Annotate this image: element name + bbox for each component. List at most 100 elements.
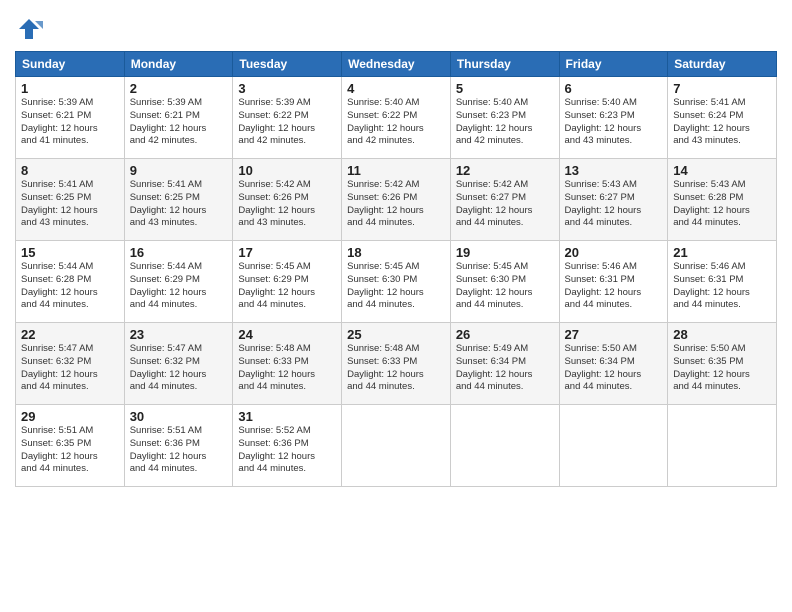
day-cell: 3 Sunrise: 5:39 AMSunset: 6:22 PMDayligh…	[233, 77, 342, 159]
day-cell: 5 Sunrise: 5:40 AMSunset: 6:23 PMDayligh…	[450, 77, 559, 159]
day-number: 17	[238, 245, 336, 260]
day-cell: 13 Sunrise: 5:43 AMSunset: 6:27 PMDaylig…	[559, 159, 668, 241]
day-number: 8	[21, 163, 119, 178]
day-number: 29	[21, 409, 119, 424]
day-cell: 6 Sunrise: 5:40 AMSunset: 6:23 PMDayligh…	[559, 77, 668, 159]
day-info: Sunrise: 5:42 AMSunset: 6:27 PMDaylight:…	[456, 179, 533, 228]
day-number: 11	[347, 163, 445, 178]
day-cell: 25 Sunrise: 5:48 AMSunset: 6:33 PMDaylig…	[342, 323, 451, 405]
day-number: 26	[456, 327, 554, 342]
calendar-table: SundayMondayTuesdayWednesdayThursdayFrid…	[15, 51, 777, 487]
day-info: Sunrise: 5:40 AMSunset: 6:23 PMDaylight:…	[565, 97, 642, 146]
day-info: Sunrise: 5:51 AMSunset: 6:36 PMDaylight:…	[130, 425, 207, 474]
day-cell: 14 Sunrise: 5:43 AMSunset: 6:28 PMDaylig…	[668, 159, 777, 241]
day-cell: 18 Sunrise: 5:45 AMSunset: 6:30 PMDaylig…	[342, 241, 451, 323]
header-cell-sunday: Sunday	[16, 52, 125, 77]
day-cell: 22 Sunrise: 5:47 AMSunset: 6:32 PMDaylig…	[16, 323, 125, 405]
day-info: Sunrise: 5:47 AMSunset: 6:32 PMDaylight:…	[130, 343, 207, 392]
day-cell: 7 Sunrise: 5:41 AMSunset: 6:24 PMDayligh…	[668, 77, 777, 159]
day-info: Sunrise: 5:45 AMSunset: 6:30 PMDaylight:…	[456, 261, 533, 310]
day-number: 22	[21, 327, 119, 342]
calendar-header: SundayMondayTuesdayWednesdayThursdayFrid…	[16, 52, 777, 77]
day-cell: 21 Sunrise: 5:46 AMSunset: 6:31 PMDaylig…	[668, 241, 777, 323]
day-info: Sunrise: 5:42 AMSunset: 6:26 PMDaylight:…	[347, 179, 424, 228]
day-cell: 20 Sunrise: 5:46 AMSunset: 6:31 PMDaylig…	[559, 241, 668, 323]
day-info: Sunrise: 5:51 AMSunset: 6:35 PMDaylight:…	[21, 425, 98, 474]
day-number: 6	[565, 81, 663, 96]
day-info: Sunrise: 5:45 AMSunset: 6:29 PMDaylight:…	[238, 261, 315, 310]
day-cell	[668, 405, 777, 487]
day-number: 4	[347, 81, 445, 96]
day-number: 30	[130, 409, 228, 424]
day-info: Sunrise: 5:41 AMSunset: 6:24 PMDaylight:…	[673, 97, 750, 146]
day-cell: 16 Sunrise: 5:44 AMSunset: 6:29 PMDaylig…	[124, 241, 233, 323]
day-info: Sunrise: 5:41 AMSunset: 6:25 PMDaylight:…	[21, 179, 98, 228]
day-info: Sunrise: 5:48 AMSunset: 6:33 PMDaylight:…	[347, 343, 424, 392]
day-number: 24	[238, 327, 336, 342]
day-info: Sunrise: 5:39 AMSunset: 6:21 PMDaylight:…	[21, 97, 98, 146]
day-cell: 8 Sunrise: 5:41 AMSunset: 6:25 PMDayligh…	[16, 159, 125, 241]
day-cell: 29 Sunrise: 5:51 AMSunset: 6:35 PMDaylig…	[16, 405, 125, 487]
day-number: 5	[456, 81, 554, 96]
day-number: 12	[456, 163, 554, 178]
day-info: Sunrise: 5:39 AMSunset: 6:22 PMDaylight:…	[238, 97, 315, 146]
logo-icon	[15, 15, 43, 43]
day-info: Sunrise: 5:44 AMSunset: 6:29 PMDaylight:…	[130, 261, 207, 310]
header	[15, 15, 777, 43]
day-number: 3	[238, 81, 336, 96]
day-cell: 11 Sunrise: 5:42 AMSunset: 6:26 PMDaylig…	[342, 159, 451, 241]
day-number: 15	[21, 245, 119, 260]
day-cell: 27 Sunrise: 5:50 AMSunset: 6:34 PMDaylig…	[559, 323, 668, 405]
day-cell: 24 Sunrise: 5:48 AMSunset: 6:33 PMDaylig…	[233, 323, 342, 405]
day-number: 25	[347, 327, 445, 342]
header-cell-saturday: Saturday	[668, 52, 777, 77]
day-number: 18	[347, 245, 445, 260]
day-cell	[342, 405, 451, 487]
day-number: 7	[673, 81, 771, 96]
header-cell-thursday: Thursday	[450, 52, 559, 77]
day-cell: 12 Sunrise: 5:42 AMSunset: 6:27 PMDaylig…	[450, 159, 559, 241]
calendar-body: 1 Sunrise: 5:39 AMSunset: 6:21 PMDayligh…	[16, 77, 777, 487]
day-cell: 19 Sunrise: 5:45 AMSunset: 6:30 PMDaylig…	[450, 241, 559, 323]
day-info: Sunrise: 5:50 AMSunset: 6:34 PMDaylight:…	[565, 343, 642, 392]
day-info: Sunrise: 5:50 AMSunset: 6:35 PMDaylight:…	[673, 343, 750, 392]
header-cell-friday: Friday	[559, 52, 668, 77]
day-info: Sunrise: 5:42 AMSunset: 6:26 PMDaylight:…	[238, 179, 315, 228]
day-info: Sunrise: 5:40 AMSunset: 6:23 PMDaylight:…	[456, 97, 533, 146]
day-info: Sunrise: 5:48 AMSunset: 6:33 PMDaylight:…	[238, 343, 315, 392]
day-cell: 9 Sunrise: 5:41 AMSunset: 6:25 PMDayligh…	[124, 159, 233, 241]
day-info: Sunrise: 5:45 AMSunset: 6:30 PMDaylight:…	[347, 261, 424, 310]
day-number: 28	[673, 327, 771, 342]
day-info: Sunrise: 5:43 AMSunset: 6:27 PMDaylight:…	[565, 179, 642, 228]
day-info: Sunrise: 5:44 AMSunset: 6:28 PMDaylight:…	[21, 261, 98, 310]
day-cell: 4 Sunrise: 5:40 AMSunset: 6:22 PMDayligh…	[342, 77, 451, 159]
day-cell: 10 Sunrise: 5:42 AMSunset: 6:26 PMDaylig…	[233, 159, 342, 241]
day-cell: 30 Sunrise: 5:51 AMSunset: 6:36 PMDaylig…	[124, 405, 233, 487]
logo	[15, 15, 47, 43]
day-cell: 2 Sunrise: 5:39 AMSunset: 6:21 PMDayligh…	[124, 77, 233, 159]
week-row-3: 15 Sunrise: 5:44 AMSunset: 6:28 PMDaylig…	[16, 241, 777, 323]
day-number: 20	[565, 245, 663, 260]
day-cell: 28 Sunrise: 5:50 AMSunset: 6:35 PMDaylig…	[668, 323, 777, 405]
day-info: Sunrise: 5:52 AMSunset: 6:36 PMDaylight:…	[238, 425, 315, 474]
day-info: Sunrise: 5:49 AMSunset: 6:34 PMDaylight:…	[456, 343, 533, 392]
day-number: 23	[130, 327, 228, 342]
day-number: 13	[565, 163, 663, 178]
day-number: 21	[673, 245, 771, 260]
day-cell: 1 Sunrise: 5:39 AMSunset: 6:21 PMDayligh…	[16, 77, 125, 159]
header-cell-monday: Monday	[124, 52, 233, 77]
day-info: Sunrise: 5:47 AMSunset: 6:32 PMDaylight:…	[21, 343, 98, 392]
day-cell: 17 Sunrise: 5:45 AMSunset: 6:29 PMDaylig…	[233, 241, 342, 323]
day-number: 10	[238, 163, 336, 178]
header-cell-wednesday: Wednesday	[342, 52, 451, 77]
day-cell	[559, 405, 668, 487]
day-number: 1	[21, 81, 119, 96]
day-info: Sunrise: 5:40 AMSunset: 6:22 PMDaylight:…	[347, 97, 424, 146]
header-cell-tuesday: Tuesday	[233, 52, 342, 77]
week-row-4: 22 Sunrise: 5:47 AMSunset: 6:32 PMDaylig…	[16, 323, 777, 405]
day-number: 16	[130, 245, 228, 260]
day-info: Sunrise: 5:39 AMSunset: 6:21 PMDaylight:…	[130, 97, 207, 146]
day-number: 19	[456, 245, 554, 260]
day-info: Sunrise: 5:46 AMSunset: 6:31 PMDaylight:…	[565, 261, 642, 310]
day-info: Sunrise: 5:43 AMSunset: 6:28 PMDaylight:…	[673, 179, 750, 228]
